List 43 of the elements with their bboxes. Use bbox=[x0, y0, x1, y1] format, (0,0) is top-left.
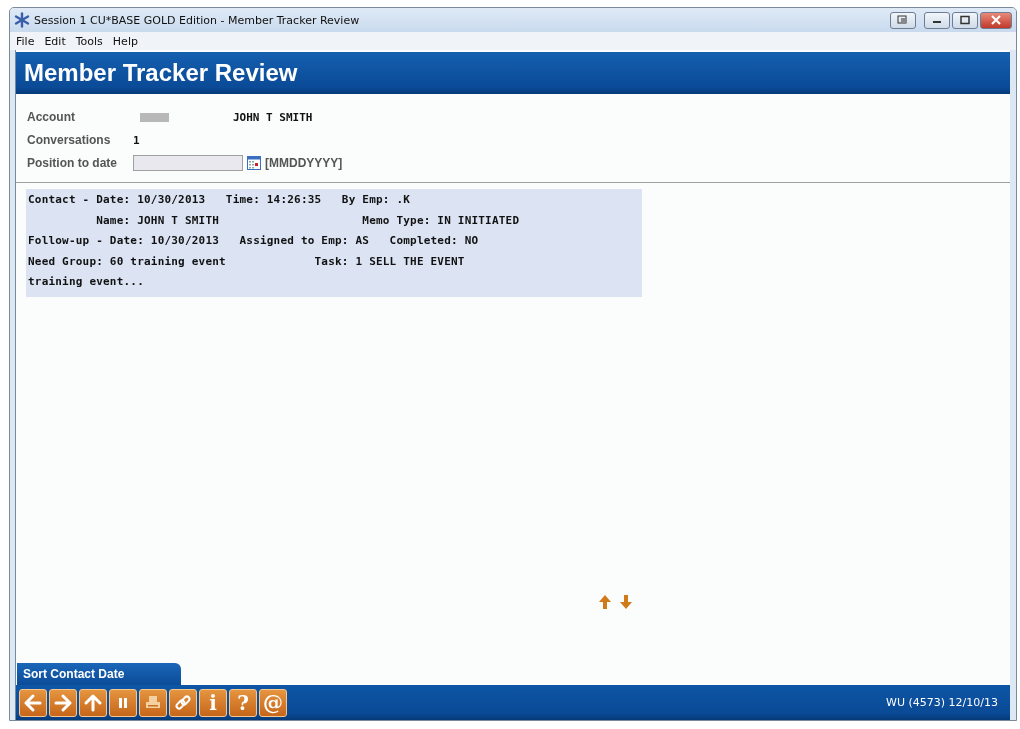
link-icon bbox=[173, 692, 193, 713]
page-down-icon[interactable] bbox=[619, 594, 633, 610]
page-up-icon[interactable] bbox=[598, 594, 612, 610]
date-format-hint: [MMDDYYYY] bbox=[265, 156, 343, 170]
date-field[interactable] bbox=[133, 155, 243, 171]
close-button[interactable] bbox=[980, 11, 1012, 29]
calendar-icon[interactable] bbox=[247, 156, 261, 170]
field-value: 1 bbox=[133, 133, 140, 147]
window-title: Session 1 CU*BASE GOLD Edition - Member Tracker Review bbox=[34, 13, 360, 27]
link-button[interactable] bbox=[169, 688, 197, 717]
field-label: Conversations bbox=[27, 133, 112, 147]
field-label: Position to date bbox=[27, 156, 118, 170]
field-label: Account bbox=[27, 110, 76, 124]
up-arrow-icon bbox=[83, 692, 103, 713]
memo-line: Need Group: 60 training event Task: 1 SELL THE EVENT bbox=[28, 253, 466, 270]
right-arrow-icon bbox=[53, 692, 73, 713]
print-button[interactable] bbox=[139, 688, 167, 717]
close-icon bbox=[990, 15, 1002, 25]
memo-line: training event... bbox=[28, 274, 145, 290]
sort-tab[interactable]: Sort Contact Date bbox=[17, 663, 181, 685]
status-text: WU (4573) 12/10/13 bbox=[886, 696, 998, 709]
menu-item[interactable]: Help bbox=[112, 34, 138, 48]
menu-item[interactable]: File bbox=[16, 34, 35, 48]
back-button[interactable] bbox=[19, 688, 47, 717]
maximize-icon bbox=[959, 15, 971, 25]
restore-button[interactable] bbox=[890, 11, 916, 29]
forward-button[interactable] bbox=[49, 688, 77, 717]
menu-item[interactable]: Tools bbox=[75, 34, 103, 48]
pause-button[interactable] bbox=[109, 688, 137, 717]
menu-item[interactable]: Edit bbox=[44, 34, 66, 48]
memo-line: Follow-up - Date: 10/30/2013 Assigned to Emp: AS Completed: NO bbox=[28, 233, 480, 249]
memo-line: Contact - Date: 10/30/2013 Time: 14:26:35 By Emp: .K bbox=[28, 192, 412, 208]
left-arrow-icon bbox=[23, 692, 43, 713]
member-name: JOHN T SMITH bbox=[233, 110, 313, 124]
windows-icon bbox=[897, 15, 909, 25]
maximize-button[interactable] bbox=[952, 11, 978, 29]
asterisk-icon bbox=[14, 12, 30, 28]
page-title: Member Tracker Review bbox=[24, 59, 298, 87]
minimize-button[interactable] bbox=[924, 11, 950, 29]
memo-line: Name: JOHN T SMITH Memo Type: IN INITIATED bbox=[95, 212, 521, 229]
up-button[interactable] bbox=[79, 688, 107, 717]
masked-value bbox=[140, 112, 169, 122]
memo-record[interactable] bbox=[26, 189, 642, 297]
